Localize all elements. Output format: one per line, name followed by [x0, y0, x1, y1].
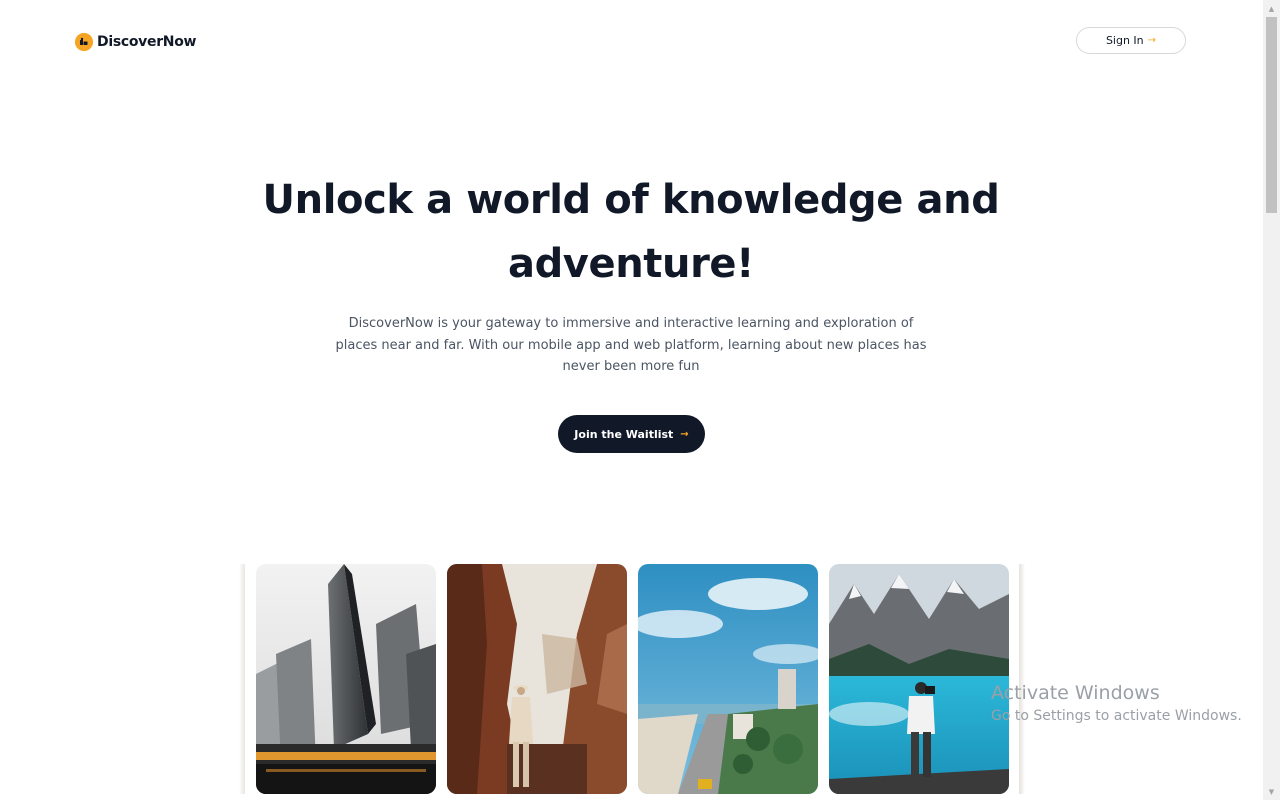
gallery-card-edge-right [1019, 564, 1025, 794]
page: DiscoverNow Sign In → Unlock a world of … [0, 0, 1280, 800]
vertical-scrollbar[interactable]: ▲ ▼ [1263, 0, 1280, 800]
hero-subtitle: DiscoverNow is your gateway to immersive… [335, 316, 927, 374]
hero-title: Unlock a world of knowledge and adventur… [262, 177, 1000, 287]
sign-in-button[interactable]: Sign In → [1076, 27, 1186, 54]
sign-in-label: Sign In [1105, 34, 1144, 47]
scroll-up-arrow-icon[interactable]: ▲ [1263, 0, 1280, 17]
join-waitlist-button[interactable]: Join the Waitlist → [558, 415, 705, 453]
discovernow-logo-icon [75, 33, 93, 51]
watermark-title: Activate Windows [991, 682, 1160, 704]
city-skyscrapers-photo [256, 564, 436, 794]
arrow-right-icon: → [1147, 35, 1157, 46]
canyon-hiker-photo [447, 564, 627, 794]
watermark-subtitle: Go to Settings to activate Windows. [991, 708, 1242, 724]
coastal-city-photo [638, 564, 818, 794]
mountain-lake-photo [829, 564, 1009, 794]
join-waitlist-label: Join the Waitlist [574, 427, 674, 441]
gallery-card-edge-left [239, 564, 245, 794]
windows-activation-watermark: Activate Windows Go to Settings to activ… [991, 681, 1242, 726]
brand-logo[interactable]: DiscoverNow [75, 31, 196, 53]
viewport: DiscoverNow Sign In → Unlock a world of … [0, 0, 1263, 800]
brand-name: DiscoverNow [97, 34, 197, 50]
scroll-down-arrow-icon[interactable]: ▼ [1263, 783, 1280, 800]
scrollbar-thumb[interactable] [1266, 17, 1277, 213]
arrow-right-icon: → [680, 428, 689, 440]
